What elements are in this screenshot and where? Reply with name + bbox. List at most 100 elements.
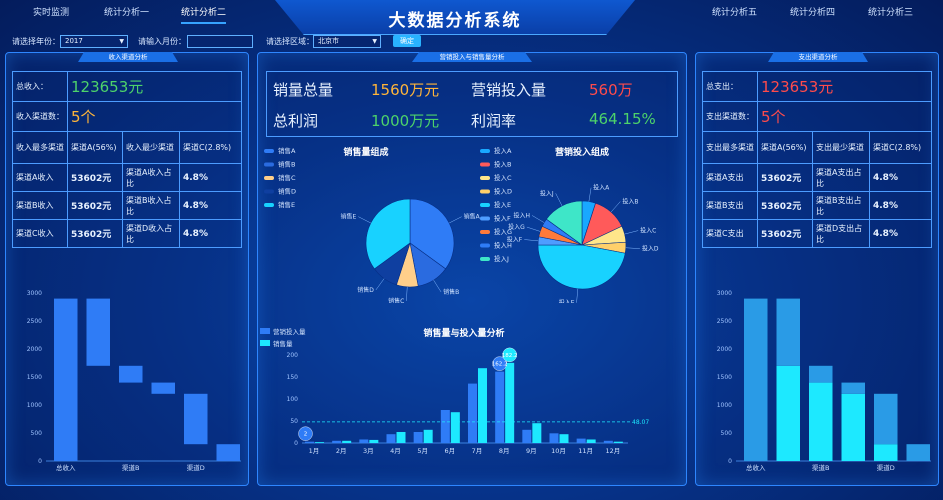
x-tick-label: 5月 — [417, 447, 428, 455]
bar — [495, 371, 505, 443]
chevron-down-icon: ▼ — [119, 38, 124, 45]
stacked-bar — [776, 365, 800, 461]
pie-title: 营销投入组成 — [555, 146, 609, 158]
income-panel-title: 收入渠道分析 — [78, 52, 178, 62]
bar — [532, 423, 542, 443]
legend-swatch — [480, 189, 490, 194]
legend-swatch — [260, 328, 270, 334]
kpi-invest-label: 营销投入量 — [471, 81, 547, 99]
bar — [478, 368, 487, 443]
row-label: 渠道B收入 — [12, 191, 68, 220]
expense-table: 总支出： 123653元 支出渠道数： 5个 支出最多渠道 渠道A(56%) 支… — [702, 71, 932, 248]
legend-label: 销售B — [278, 160, 295, 169]
slice-leader — [524, 239, 539, 242]
legend-swatch — [480, 162, 490, 167]
legend-label: 销售A — [278, 146, 296, 155]
table-row: 渠道A支出 53602元 渠道A支出占比 4.8% — [702, 163, 932, 192]
legend-label: 营销投入量 — [273, 327, 306, 336]
region-value: 北京市 — [318, 37, 339, 45]
tab-realtime[interactable]: 实时监测 — [33, 5, 69, 18]
slice-leader — [375, 278, 385, 291]
legend-label: 投入F — [494, 214, 511, 223]
row-label: 渠道A支出 — [702, 163, 758, 192]
legend-swatch — [264, 176, 274, 180]
region-select[interactable]: 北京市 ▼ — [313, 35, 381, 48]
expense-panel-title: 支出渠道分析 — [768, 52, 868, 62]
y-tick-label: 0 — [728, 458, 732, 465]
income-count-label: 收入渠道数： — [12, 101, 68, 132]
slice-leader — [610, 201, 621, 213]
expense-stacked-chart: 0 500 1000 1500 2000 2500 3000 总收入 渠道B 渠道D — [717, 290, 931, 472]
legend-swatch — [264, 162, 274, 167]
bar — [450, 412, 460, 443]
tab-stats-5[interactable]: 统计分析五 — [712, 5, 757, 18]
row-ratio-label: 渠道A收入占比 — [122, 163, 180, 192]
tab-stats-2[interactable]: 统计分析二 — [181, 5, 227, 24]
month-input[interactable] — [187, 35, 253, 48]
legend-label: 投入B — [494, 160, 511, 169]
slice-label: 投入H — [514, 211, 531, 219]
kpi-profit-label: 总利润 — [273, 112, 319, 130]
y-tick-label: 500 — [721, 430, 733, 437]
table-row: 渠道B支出 53602元 渠道B支出占比 4.8% — [702, 191, 932, 220]
year-select[interactable]: 2017 ▼ — [60, 35, 128, 48]
waterfall-bar — [184, 393, 208, 445]
legend-swatch — [260, 340, 270, 346]
income-panel: 收入渠道分析 总收入： 123653元 收入渠道数： 5个 收入最多渠道 渠道A… — [5, 52, 249, 486]
income-most-label: 收入最多渠道 — [12, 131, 68, 164]
bar — [369, 439, 379, 443]
x-tick-label: 2月 — [336, 447, 347, 455]
slice-label: 投入F — [507, 236, 523, 244]
y-tick-label: 2500 — [27, 318, 42, 325]
income-least-value: 渠道C(2.8%) — [179, 131, 242, 164]
row-ratio-value: 4.8% — [179, 163, 242, 192]
slice-leader — [526, 226, 541, 232]
legend-label: 投入J — [494, 254, 509, 263]
expense-count-value: 5个 — [757, 101, 932, 132]
kpi-sales-label: 销量总量 — [273, 81, 334, 99]
confirm-button[interactable]: 确定 — [393, 35, 421, 47]
x-tick-label: 渠道D — [877, 463, 895, 472]
y-tick-label: 1000 — [27, 402, 42, 409]
stacked-bar — [809, 365, 833, 383]
x-tick-label: 6月 — [445, 447, 456, 455]
expense-least-value: 渠道C(2.8%) — [869, 131, 932, 164]
row-value: 53602元 — [67, 191, 123, 220]
y-tick-label: 2000 — [717, 346, 732, 353]
row-ratio-label: 渠道A支出占比 — [812, 163, 870, 192]
slice-label: 销售C — [388, 297, 404, 303]
slice-label: 销售A — [464, 213, 481, 221]
waterfall-bar — [119, 365, 143, 383]
slice-leader — [588, 187, 592, 202]
tab-stats-1[interactable]: 统计分析一 — [104, 5, 149, 18]
income-most-value: 渠道A(56%) — [67, 131, 123, 164]
slice-leader — [531, 215, 545, 223]
income-count-value: 5个 — [67, 101, 242, 132]
slice-label: 投入B — [622, 197, 638, 205]
tab-stats-4[interactable]: 统计分析四 — [790, 5, 835, 18]
bar — [613, 441, 623, 443]
row-ratio-value: 4.8% — [179, 219, 242, 248]
pie-slice — [537, 244, 626, 290]
slice-leader — [433, 280, 442, 293]
slice-label: 销售E — [341, 213, 357, 221]
y-tick-label: 500 — [31, 430, 43, 437]
row-value: 53602元 — [757, 191, 813, 220]
bar — [576, 438, 586, 443]
y-tick-label: 3000 — [27, 290, 42, 297]
y-tick-label: 0 — [38, 458, 42, 465]
bar — [305, 441, 314, 443]
waterfall-bar — [216, 444, 240, 461]
region-label: 请选择区域： — [266, 37, 314, 46]
row-ratio-label: 渠道B支出占比 — [812, 191, 870, 220]
stacked-bar — [809, 382, 833, 461]
x-tick-label: 4月 — [390, 447, 401, 455]
slice-label: 投入D — [642, 245, 659, 253]
y-tick-label: 100 — [287, 396, 299, 403]
bar — [413, 432, 423, 443]
tab-stats-3[interactable]: 统计分析三 — [868, 5, 913, 18]
table-row: 渠道A收入 53602元 渠道A收入占比 4.8% — [12, 163, 242, 192]
chart-title: 销售量与投入量分析 — [423, 327, 504, 339]
legend-swatch — [480, 203, 490, 207]
page-title: 大数据分析系统 — [388, 11, 522, 31]
